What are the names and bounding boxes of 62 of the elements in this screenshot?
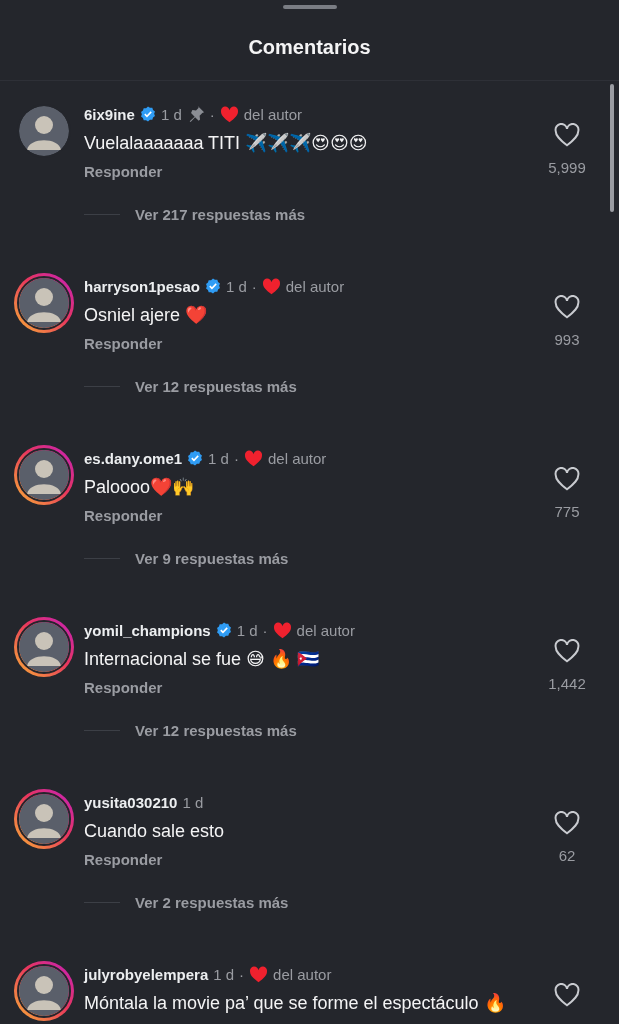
like-heart-icon[interactable] xyxy=(554,123,580,147)
author-like-label: del autor xyxy=(296,621,355,639)
reply-button[interactable]: Responder xyxy=(84,163,163,180)
username[interactable]: es.dany.ome1 xyxy=(84,449,183,467)
comment-text: Cuando sale esto xyxy=(84,820,226,843)
avatar[interactable] xyxy=(14,273,74,333)
heart-icon xyxy=(219,105,239,123)
like-count: 62 xyxy=(558,847,576,864)
heart-icon xyxy=(243,449,263,467)
comment-text: Osniel ajere ❤ xyxy=(84,304,209,327)
comment-time: 1 d xyxy=(213,965,235,983)
avatar[interactable] xyxy=(14,445,74,505)
reply-button[interactable]: Responder xyxy=(84,679,163,696)
comment-time: 1 d xyxy=(236,621,258,639)
view-replies-button[interactable]: Ver 9 respuestas más xyxy=(135,550,289,567)
comment-text: Móntala la movie pa’ que se forme el espectáculo 🔥 xyxy=(84,992,507,1015)
like-heart-icon[interactable] xyxy=(554,295,580,319)
username[interactable]: 6ix9ine xyxy=(84,105,135,123)
view-replies-button[interactable]: Ver 12 respuestas más xyxy=(135,722,297,739)
separator-dot: · xyxy=(251,277,257,295)
separator-dot: · xyxy=(209,105,215,123)
like-heart-icon[interactable] xyxy=(554,811,580,835)
separator-dot: · xyxy=(262,621,268,639)
view-replies-button[interactable]: Ver 2 respuestas más xyxy=(135,894,289,911)
heart-icon xyxy=(261,277,281,295)
view-replies-button[interactable]: Ver 217 respuestas más xyxy=(135,206,306,223)
sheet-title: Comentarios xyxy=(248,36,371,59)
like-heart-icon[interactable] xyxy=(554,983,580,1007)
heart-icon xyxy=(272,621,292,639)
reply-button[interactable]: Responder xyxy=(84,335,163,352)
author-like-label: del autor xyxy=(273,965,332,983)
comment-time: 1 d xyxy=(208,449,229,467)
scrollbar[interactable] xyxy=(610,84,614,212)
like-heart-icon[interactable] xyxy=(554,639,580,663)
like-count: 5,999 xyxy=(548,159,586,176)
avatar[interactable] xyxy=(14,961,74,1021)
comment-text: Internacional se fue 😅 🔥 🇨🇺 xyxy=(84,648,320,671)
author-like-label: del autor xyxy=(243,105,303,123)
like-count: 993 xyxy=(554,331,580,348)
comment-text: Paloooo❤🙌 xyxy=(84,476,196,499)
reply-button[interactable]: Responder xyxy=(84,507,163,524)
comment-time: 1 d xyxy=(225,277,247,295)
comment-text: Vuelalaaaaaaa TITI ✈✈✈😍😍😍 xyxy=(84,132,369,155)
username[interactable]: harryson1pesao xyxy=(84,277,200,295)
reply-button[interactable]: Responder xyxy=(84,851,163,868)
like-count: 1,442 xyxy=(548,675,586,692)
like-count: 775 xyxy=(554,503,580,520)
author-like-label: del autor xyxy=(267,449,327,467)
avatar[interactable] xyxy=(14,789,74,849)
comment-time: 1 d xyxy=(182,793,204,811)
username[interactable]: julyrobyelempera xyxy=(84,965,209,983)
heart-icon xyxy=(249,965,269,983)
comment-time: 1 d xyxy=(160,105,182,123)
username[interactable]: yomil_champions xyxy=(84,621,211,639)
author-like-label: del autor xyxy=(285,277,345,295)
view-replies-button[interactable]: Ver 12 respuestas más xyxy=(135,378,297,395)
separator-dot: · xyxy=(233,449,239,467)
like-heart-icon[interactable] xyxy=(554,467,580,491)
separator-dot: · xyxy=(239,965,245,983)
avatar[interactable] xyxy=(14,617,74,677)
username[interactable]: yusita030210 xyxy=(84,793,178,811)
drag-handle[interactable] xyxy=(282,5,337,9)
